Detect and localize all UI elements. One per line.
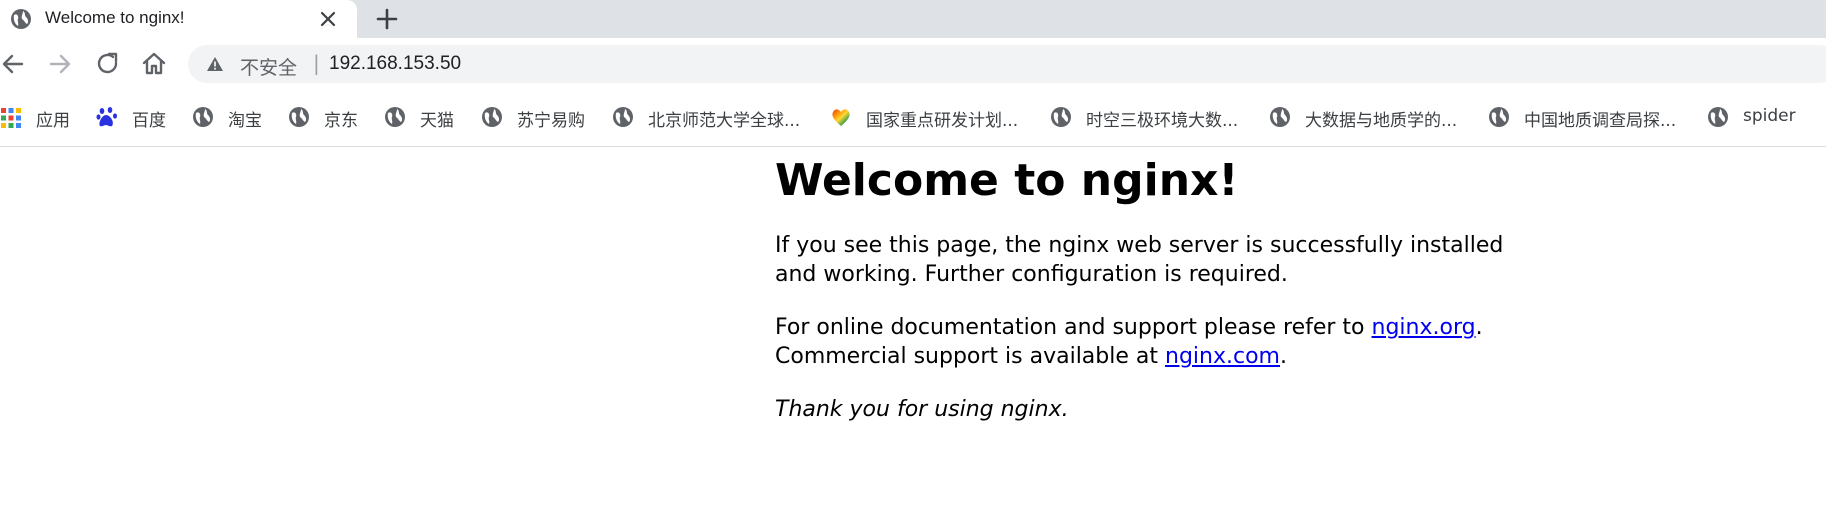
globe-icon <box>193 107 213 127</box>
apps-grid-icon <box>1 108 21 128</box>
nginx-org-link[interactable]: nginx.org <box>1372 315 1476 340</box>
bookmarks-bar: 应用 百度 淘宝 京东 天猫 苏宁易购 北京师范大学全球... 国家重点研发计划… <box>0 90 1826 147</box>
globe-icon <box>289 107 309 127</box>
bookmark-label: 苏宁易购 <box>517 111 585 131</box>
baidu-paw-icon <box>96 107 117 127</box>
forward-arrow-icon[interactable] <box>46 50 74 78</box>
globe-icon <box>1708 107 1728 127</box>
docs-period: . <box>1475 315 1483 341</box>
rainbow-heart-icon <box>832 109 850 126</box>
globe-icon <box>482 107 502 127</box>
warning-triangle-icon[interactable] <box>206 56 224 72</box>
commercial-text: Commercial support is available at <box>775 344 1165 370</box>
globe-icon <box>1489 107 1509 127</box>
bookmark-label: 时空三极环境大数... <box>1086 111 1239 131</box>
globe-icon <box>11 9 31 29</box>
home-icon[interactable] <box>140 50 168 78</box>
page-content: Welcome to nginx! If you see this page, … <box>775 152 1535 424</box>
plus-icon[interactable] <box>372 4 402 34</box>
globe-icon <box>1270 107 1290 127</box>
security-label[interactable]: 不安全 <box>240 53 297 80</box>
nginx-com-link[interactable]: nginx.com <box>1165 344 1280 369</box>
close-icon[interactable] <box>316 7 340 31</box>
bookmark-label: 中国地质调查局探... <box>1524 111 1677 131</box>
bookmark-label: 百度 <box>132 111 166 131</box>
bookmark-label: 国家重点研发计划... <box>866 111 1019 131</box>
globe-icon <box>613 107 633 127</box>
toolbar: 不安全 | 192.168.153.50 <box>0 38 1826 90</box>
bookmark-label: 京东 <box>324 111 358 131</box>
back-arrow-icon[interactable] <box>0 50 28 78</box>
globe-icon <box>1051 107 1071 127</box>
docs-paragraph: For online documentation and support ple… <box>775 313 1535 371</box>
bookmark-label: spider <box>1743 106 1796 126</box>
bookmark-label: 淘宝 <box>228 111 262 131</box>
reload-icon[interactable] <box>94 50 122 78</box>
globe-icon <box>385 107 405 127</box>
address-bar[interactable]: 不安全 | 192.168.153.50 <box>188 45 1826 83</box>
docs-text: For online documentation and support ple… <box>775 315 1372 341</box>
tab-strip: Welcome to nginx! <box>0 0 1826 38</box>
tab-active[interactable]: Welcome to nginx! <box>0 0 357 38</box>
url-text[interactable]: 192.168.153.50 <box>329 53 461 75</box>
intro-paragraph: If you see this page, the nginx web serv… <box>775 233 1504 288</box>
tab-title: Welcome to nginx! <box>45 8 185 27</box>
bookmark-label: 北京师范大学全球... <box>648 111 801 131</box>
commercial-period: . <box>1279 344 1287 370</box>
bookmark-label: 应用 <box>36 111 70 131</box>
thanks-paragraph: Thank you for using nginx. <box>775 397 1069 423</box>
page-heading: Welcome to nginx! <box>775 155 1239 206</box>
bookmark-label: 天猫 <box>420 111 454 131</box>
url-separator: | <box>313 51 320 75</box>
bookmark-label: 大数据与地质学的... <box>1305 111 1458 131</box>
